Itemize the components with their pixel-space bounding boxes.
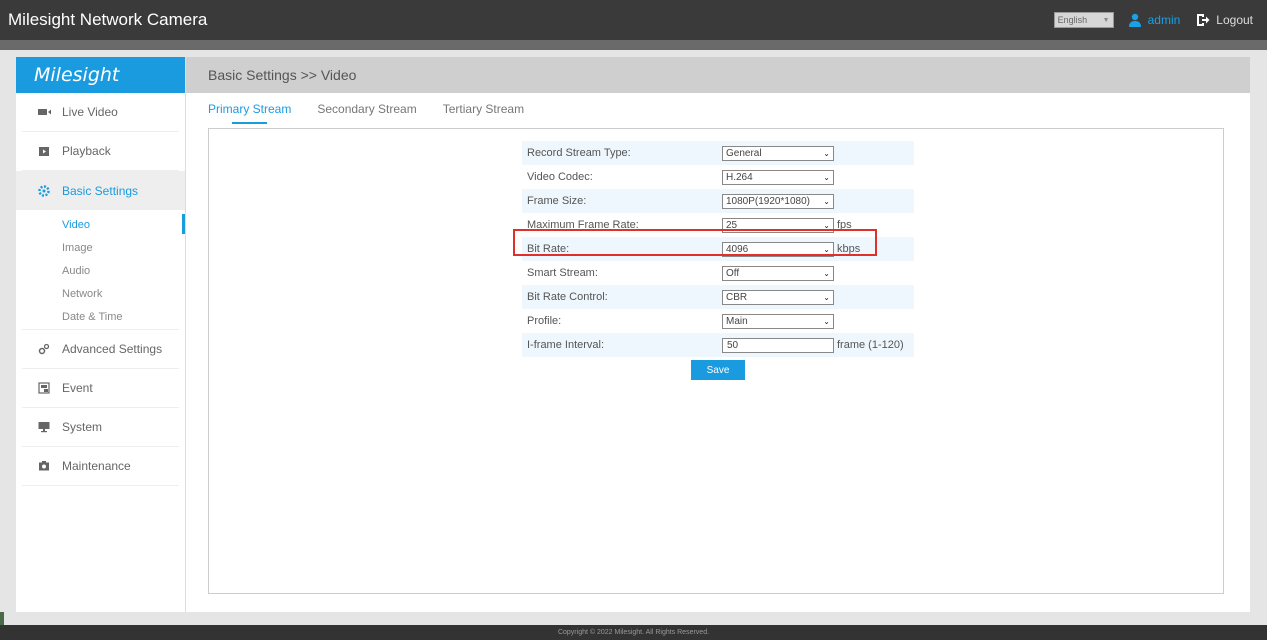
field-label: Record Stream Type:: [527, 147, 631, 159]
frame-size-select[interactable]: 1080P(1920*1080) ⌄: [722, 193, 834, 209]
bit-rate-control-select[interactable]: CBR ⌄: [722, 289, 834, 305]
tab-secondary-stream[interactable]: Secondary Stream: [317, 102, 416, 118]
select-value: Main: [726, 315, 748, 327]
sidebar-item-live-video[interactable]: Live Video: [22, 93, 179, 132]
header-divider: [0, 40, 1267, 50]
video-codec-select[interactable]: H.264 ⌄: [722, 169, 834, 185]
form-row-profile: Profile: Main ⌄: [522, 309, 914, 333]
monitor-icon: [38, 421, 50, 433]
bit-rate-highlight-box: [513, 229, 877, 256]
breadcrumb: Basic Settings >> Video: [186, 57, 1250, 93]
logo: Milesight: [16, 57, 185, 93]
form-row-smart-stream: Smart Stream: Off ⌄: [522, 261, 914, 285]
select-value: H.264: [726, 171, 753, 183]
select-value: CBR: [726, 291, 748, 303]
form-row-bit-rate-control: Bit Rate Control: CBR ⌄: [522, 285, 914, 309]
gear-icon: [38, 184, 50, 197]
basic-settings-submenu: Video Image Audio Network Date & Time: [22, 210, 185, 330]
form-row-video-codec: Video Codec: H.264 ⌄: [522, 165, 914, 189]
field-label: Frame Size:: [527, 195, 587, 207]
form-row-record-stream-type: Record Stream Type: General ⌄: [522, 141, 914, 165]
sidebar-item-label: Maintenance: [62, 459, 131, 473]
select-value: General: [726, 147, 762, 159]
header-actions: English ▼ admin Logout: [1053, 12, 1253, 28]
sidebar-item-basic-settings[interactable]: Basic Settings: [16, 171, 185, 210]
field-label: Video Codec:: [527, 171, 593, 183]
field-label: I-frame Interval:: [527, 339, 605, 351]
video-camera-icon: [38, 106, 51, 118]
select-value: 1080P(1920*1080): [726, 195, 810, 207]
admin-link[interactable]: admin: [1148, 13, 1181, 27]
sidebar-item-label: Advanced Settings: [62, 342, 163, 356]
submenu-item-network[interactable]: Network: [22, 283, 179, 306]
select-value: Off: [726, 267, 740, 279]
language-value: English: [1057, 15, 1088, 25]
sidebar-item-label: Live Video: [62, 105, 118, 119]
iframe-interval-input[interactable]: 50: [722, 337, 834, 353]
submenu-item-video[interactable]: Video: [22, 214, 185, 237]
sidebar-item-maintenance[interactable]: Maintenance: [22, 447, 179, 486]
submenu-item-audio[interactable]: Audio: [22, 260, 179, 283]
unit-label: frame (1-120): [837, 339, 904, 351]
advanced-gear-icon: [38, 343, 50, 355]
field-label: Smart Stream:: [527, 267, 598, 279]
tab-tertiary-stream[interactable]: Tertiary Stream: [443, 102, 524, 118]
maintenance-icon: [38, 460, 50, 472]
user-icon: [1128, 13, 1142, 27]
submenu-item-image[interactable]: Image: [22, 237, 179, 260]
playback-icon: [38, 145, 50, 157]
logout-icon[interactable]: [1196, 13, 1210, 27]
chevron-down-icon: ▼: [1102, 16, 1110, 24]
form-row-iframe-interval: I-frame Interval: 50 frame (1-120): [522, 333, 914, 357]
event-icon: [38, 382, 50, 394]
footer-copyright: Copyright © 2022 Milesight. All Rights R…: [0, 625, 1267, 640]
form-row-frame-size: Frame Size: 1080P(1920*1080) ⌄: [522, 189, 914, 213]
sidebar-item-label: Basic Settings: [62, 183, 139, 198]
sidebar-item-label: Playback: [62, 144, 111, 158]
settings-box: Record Stream Type: General ⌄ Video Codec…: [208, 128, 1224, 594]
tab-primary-stream[interactable]: Primary Stream: [208, 102, 291, 124]
stream-tabs: Primary Stream Secondary Stream Tertiary…: [186, 93, 1250, 127]
app-title: Milesight Network Camera: [8, 10, 208, 29]
chevron-down-icon: ⌄: [823, 292, 830, 302]
sidebar-item-label: System: [62, 420, 103, 434]
smart-stream-select[interactable]: Off ⌄: [722, 265, 834, 281]
chevron-down-icon: ⌄: [823, 172, 830, 182]
save-button[interactable]: Save: [691, 360, 745, 380]
main-panel: Milesight Live Video Playback Basic Sett…: [16, 57, 1250, 612]
record-stream-type-select[interactable]: General ⌄: [722, 145, 834, 161]
logout-link[interactable]: Logout: [1216, 13, 1253, 27]
chevron-down-icon: ⌄: [823, 316, 830, 326]
sidebar-item-system[interactable]: System: [22, 408, 179, 447]
content-area: Basic Settings >> Video Primary Stream S…: [186, 57, 1250, 612]
submenu-item-date-time[interactable]: Date & Time: [22, 306, 179, 329]
sidebar: Milesight Live Video Playback Basic Sett…: [16, 57, 186, 612]
chevron-down-icon: ⌄: [823, 196, 830, 206]
chevron-down-icon: ⌄: [823, 268, 830, 278]
field-label: Profile:: [527, 315, 562, 327]
sidebar-item-advanced-settings[interactable]: Advanced Settings: [22, 330, 179, 369]
profile-select[interactable]: Main ⌄: [722, 313, 834, 329]
field-label: Bit Rate Control:: [527, 291, 608, 303]
sidebar-item-playback[interactable]: Playback: [22, 132, 179, 171]
sidebar-item-event[interactable]: Event: [22, 369, 179, 408]
top-bar: Milesight Network Camera English ▼ admin…: [0, 0, 1267, 40]
chevron-down-icon: ⌄: [823, 148, 830, 158]
language-select[interactable]: English ▼: [1053, 12, 1114, 28]
sidebar-item-label: Event: [62, 381, 93, 395]
